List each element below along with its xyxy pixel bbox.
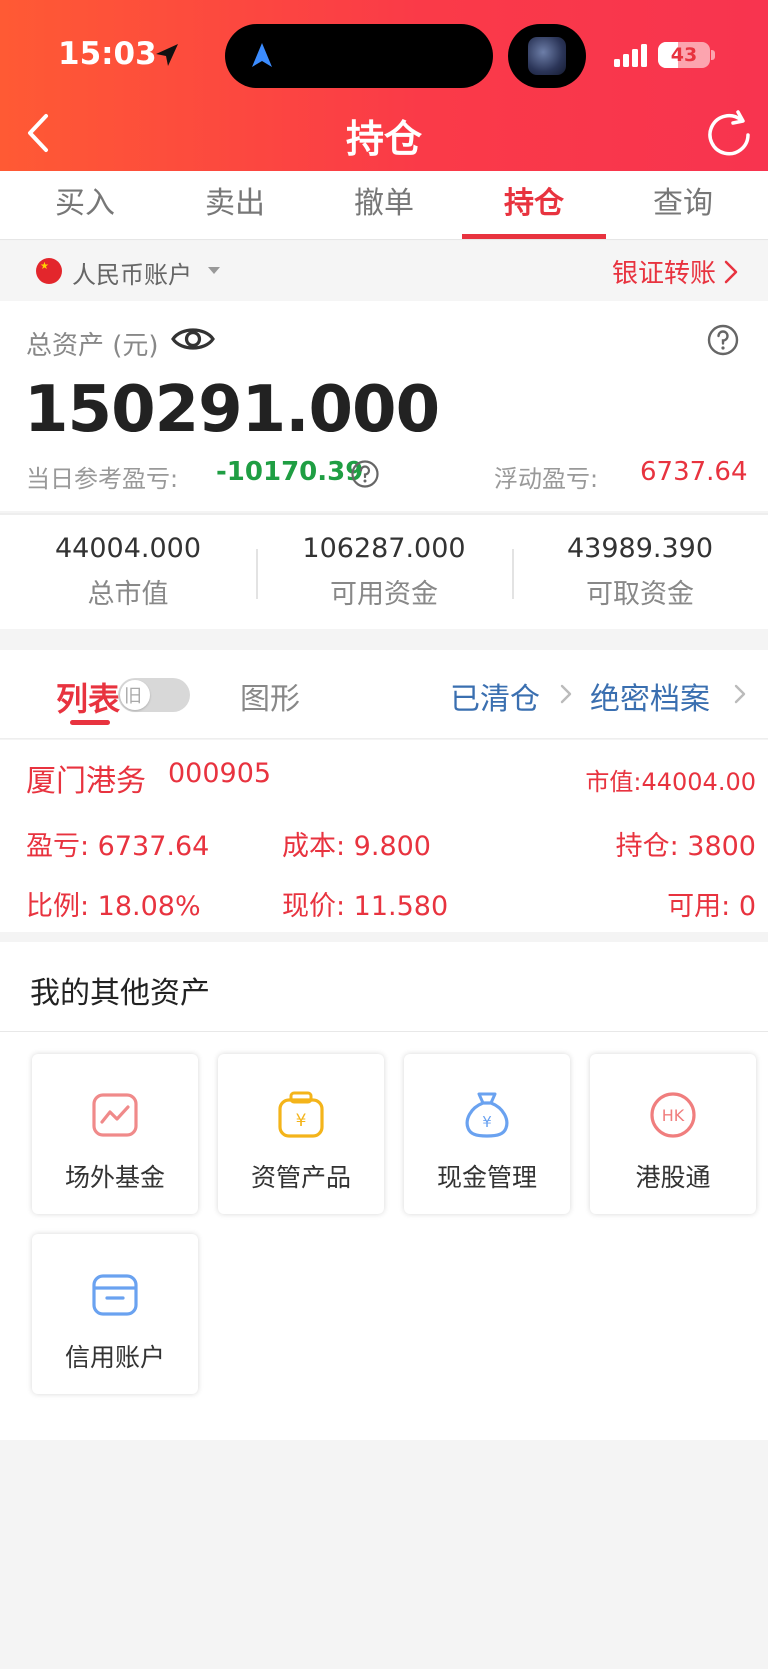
total-assets-label: 总资产 (元) (26, 331, 159, 361)
caret-down-icon[interactable] (208, 267, 220, 274)
floating-pnl-label: 浮动盈亏: (494, 465, 599, 493)
holding-market-value: 市值:44004.00 (585, 768, 756, 796)
floating-pnl-value: 6737.64 (640, 457, 748, 487)
tab-position[interactable]: 持仓 (459, 171, 609, 240)
metric-label: 总市值 (87, 579, 169, 610)
assets-summary: 总资产 (元) 150291.000 当日参考盈亏: -10170.39 浮动盈… (0, 301, 768, 511)
battery-icon: 43 (658, 42, 710, 68)
credit-card-icon (92, 1274, 138, 1316)
tab-list[interactable]: 列表 (56, 674, 120, 720)
help-icon[interactable] (706, 323, 740, 357)
tab-graph[interactable]: 图形 (240, 674, 300, 718)
wallet-yen-icon: ¥ (278, 1091, 324, 1138)
chevron-right-icon[interactable] (558, 680, 574, 708)
toggle-label: 旧 (124, 686, 142, 707)
eye-icon[interactable] (170, 319, 216, 359)
card-label: 场外基金 (64, 1163, 165, 1192)
old-version-toggle[interactable]: 旧 (118, 678, 190, 712)
location-arrow-icon (156, 44, 178, 66)
asset-metrics: 44004.000 总市值 106287.000 可用资金 43989.390 … (0, 513, 768, 629)
app-header: 15:03 43 持仓 (0, 0, 768, 171)
total-assets-value: 150291.000 (24, 373, 440, 447)
tab-buy[interactable]: 买入 (10, 171, 160, 240)
card-label: 现金管理 (436, 1163, 537, 1192)
live-activity-thumbnail (528, 37, 566, 75)
card-label: 港股通 (635, 1163, 711, 1192)
card-cash-management[interactable]: ¥ 现金管理 (404, 1054, 570, 1214)
holding-view-tabs: 列表 旧 图形 已清仓 绝密档案 (0, 650, 768, 739)
account-row: ★ 人民币账户 银证转账 (0, 241, 768, 301)
tab-sell[interactable]: 卖出 (160, 171, 310, 240)
other-assets-section: 我的其他资产 场外基金 ¥ 资管产品 ¥ 现金管理 HK 港股通 信用账户 (0, 942, 768, 1440)
hk-icon: HK (650, 1092, 696, 1138)
list-tab-indicator (70, 720, 110, 725)
svg-text:¥: ¥ (482, 1113, 492, 1131)
card-otc-fund[interactable]: 场外基金 (32, 1054, 198, 1214)
daily-pnl-value: -10170.39 (216, 457, 364, 487)
holding-pnl: 盈亏: 6737.64 (26, 831, 210, 862)
status-time: 15:03 (58, 36, 157, 72)
svg-text:¥: ¥ (296, 1111, 307, 1131)
navigation-arrow-icon (252, 43, 272, 67)
refresh-icon[interactable] (702, 108, 756, 162)
cleared-positions-link[interactable]: 已清仓 (450, 674, 540, 718)
daily-pnl-help-icon[interactable] (350, 459, 380, 489)
holding-available: 可用: 0 (667, 891, 756, 922)
other-assets-title: 我的其他资产 (30, 976, 210, 1011)
trade-tabs: 买入 卖出 撤单 持仓 查询 (0, 171, 768, 240)
chevron-right-icon[interactable] (722, 259, 740, 285)
tab-cancel-order[interactable]: 撤单 (309, 171, 459, 240)
stock-code: 000905 (168, 758, 272, 789)
card-credit-account[interactable]: 信用账户 (32, 1234, 198, 1394)
money-bag-icon: ¥ (465, 1092, 509, 1138)
metric-withdrawable-funds: 43989.390 可取资金 (512, 529, 768, 617)
account-selector[interactable]: 人民币账户 (72, 255, 192, 290)
fund-chart-icon (92, 1093, 138, 1137)
stock-name: 厦门港务 (26, 764, 146, 799)
metric-value: 44004.000 (54, 533, 201, 564)
holding-position: 持仓: 3800 (615, 831, 756, 862)
card-hk-connect[interactable]: HK 港股通 (590, 1054, 756, 1214)
holding-ratio: 比例: 18.08% (26, 891, 201, 922)
holding-cost: 成本: 9.800 (282, 831, 431, 862)
metric-market-value: 44004.000 总市值 (0, 529, 256, 617)
metric-available-funds: 106287.000 可用资金 (256, 529, 512, 617)
cny-flag-icon: ★ (36, 258, 62, 284)
holding-row[interactable]: 厦门港务 000905 市值:44004.00 盈亏: 6737.64 成本: … (0, 740, 768, 932)
tab-query[interactable]: 查询 (608, 171, 758, 240)
metric-label: 可用资金 (330, 579, 438, 610)
chevron-right-icon[interactable] (732, 680, 748, 708)
daily-pnl-label: 当日参考盈亏: (26, 465, 179, 493)
holding-price: 现价: 11.580 (282, 891, 449, 922)
card-label: 信用账户 (64, 1343, 165, 1372)
metric-value: 106287.000 (302, 533, 466, 564)
metric-label: 可取资金 (586, 579, 694, 610)
metric-value: 43989.390 (566, 533, 713, 564)
bank-securities-transfer-link[interactable]: 银证转账 (612, 253, 716, 290)
battery-level: 43 (670, 44, 698, 66)
cellular-signal-icon (614, 44, 647, 67)
active-tab-indicator (462, 234, 606, 239)
svg-text:HK: HK (662, 1106, 685, 1125)
page-title: 持仓 (345, 117, 422, 161)
card-asset-management[interactable]: ¥ 资管产品 (218, 1054, 384, 1214)
dynamic-island (225, 24, 493, 88)
live-activity-island (508, 24, 586, 88)
secret-archive-link[interactable]: 绝密档案 (590, 674, 710, 718)
divider (0, 1031, 768, 1032)
card-label: 资管产品 (250, 1163, 351, 1192)
